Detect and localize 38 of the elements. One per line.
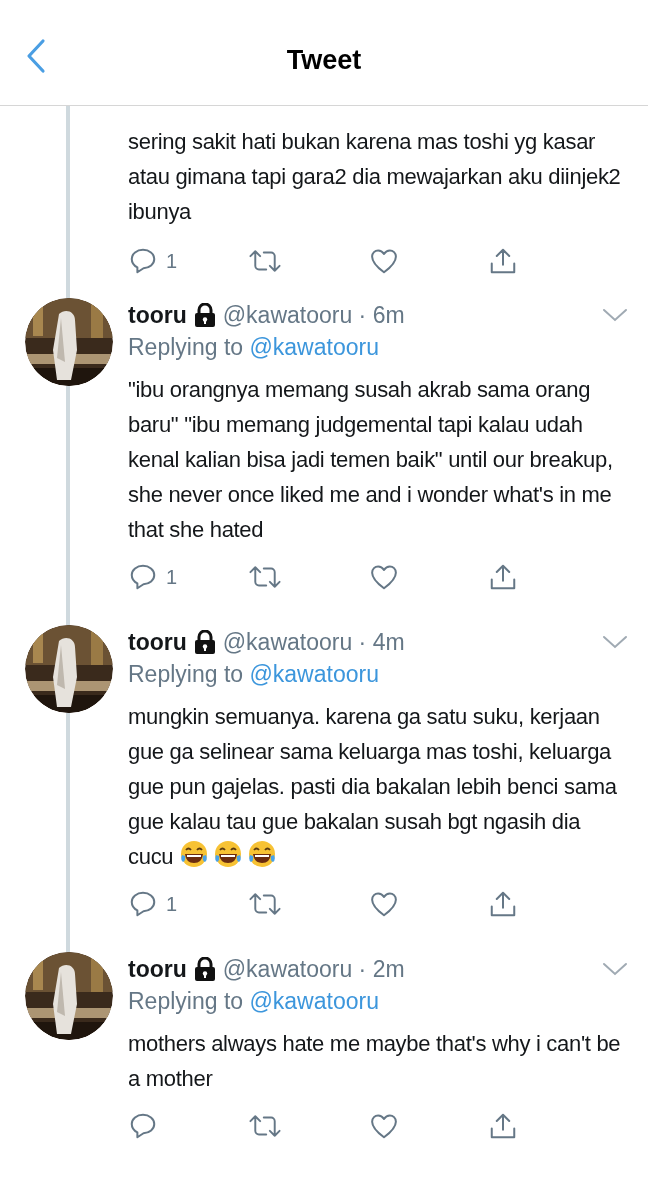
- mention-link[interactable]: @kawatooru: [249, 988, 379, 1014]
- chevron-down-icon[interactable]: [602, 634, 628, 650]
- user-handle[interactable]: @kawatooru · 4m: [222, 627, 405, 657]
- reply-count: 1: [166, 565, 178, 589]
- heart-icon[interactable]: [368, 889, 400, 919]
- laughing-face-icon: [213, 839, 244, 869]
- reply-icon[interactable]: [128, 562, 158, 592]
- tweet-text: "ibu orangnya memang susah akrab sama orang baru" "ibu memang judgemental tapi kalau udah kenal kalian bisa jadi temen baik" until our breakup, she never once liked me and i wonder what's in me that she hated: [128, 376, 614, 544]
- heart-icon[interactable]: [368, 246, 400, 276]
- reply-count: 1: [166, 892, 178, 916]
- chevron-down-icon[interactable]: [602, 307, 628, 323]
- tweet-text: sering sakit hati bukan karena mas toshi yg kasar atau gimana tapi gara2 dia mewajarkan aku diinjek2 ibunya: [128, 128, 622, 226]
- reply-icon[interactable]: [128, 246, 158, 276]
- mention-link[interactable]: @kawatooru: [249, 334, 379, 360]
- user-name[interactable]: tooru: [128, 627, 187, 657]
- mention-link[interactable]: @kawatooru: [249, 661, 379, 687]
- reply-icon[interactable]: [128, 1111, 158, 1141]
- share-icon[interactable]: [488, 889, 518, 919]
- page-title: Tweet: [286, 44, 362, 76]
- user-handle[interactable]: @kawatooru · 6m: [222, 300, 405, 330]
- user-name[interactable]: tooru: [128, 954, 187, 984]
- laughing-face-icon: [247, 839, 278, 869]
- chevron-down-icon[interactable]: [602, 961, 628, 977]
- replying-to-text: Replying to @kawatooru: [128, 987, 380, 1016]
- heart-icon[interactable]: [368, 1111, 400, 1141]
- reply-count: 1: [166, 249, 178, 273]
- user-handle[interactable]: @kawatooru · 2m: [222, 954, 405, 984]
- share-icon[interactable]: [488, 562, 518, 592]
- tweet-text: mungkin semuanya. karena ga satu suku, kerjaan gue ga selinear sama keluarga mas toshi, keluarga gue pun gajelas. pasti dia bakalan lebih benci sama gue kalau tau gue bakalan susah bgt ngasih dia cucu: [128, 703, 618, 871]
- reply-icon[interactable]: [128, 889, 158, 919]
- laughing-face-icon: [179, 839, 210, 869]
- share-icon[interactable]: [488, 246, 518, 276]
- share-icon[interactable]: [488, 1111, 518, 1141]
- tweet-text: mothers always hate me maybe that's why i can't be a mother: [128, 1030, 622, 1093]
- replying-to-text: Replying to @kawatooru: [128, 660, 380, 689]
- user-name[interactable]: tooru: [128, 300, 187, 330]
- heart-icon[interactable]: [368, 562, 400, 592]
- replying-to-text: Replying to @kawatooru: [128, 333, 380, 362]
